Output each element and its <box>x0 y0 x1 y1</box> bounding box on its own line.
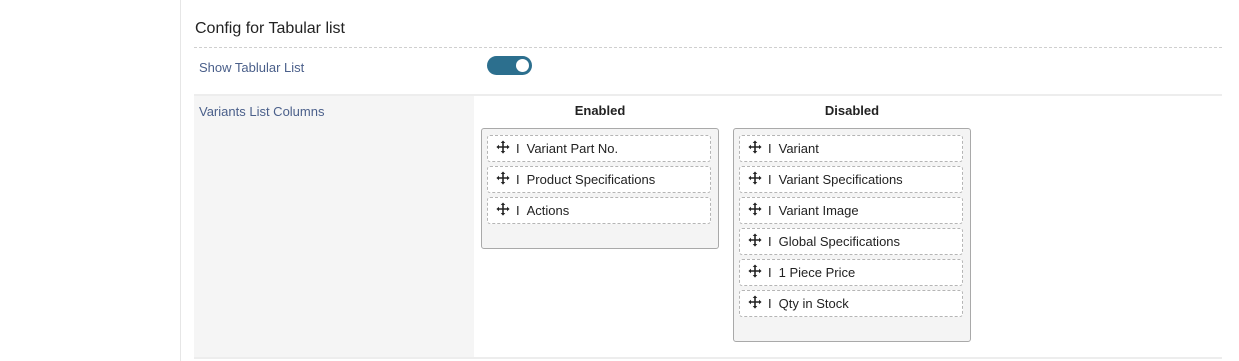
show-tabular-label: Show Tablular List <box>199 60 305 75</box>
section-title: Config for Tabular list <box>195 20 345 37</box>
separator-bar: I <box>768 296 772 311</box>
enabled-columns-list[interactable]: I Variant Part No. I Product Specificati… <box>481 128 719 249</box>
enabled-column-heading: Enabled <box>574 103 626 118</box>
show-tabular-toggle[interactable] <box>487 56 532 75</box>
drag-move-icon[interactable] <box>748 140 762 157</box>
enabled-item[interactable]: I Actions <box>487 197 711 224</box>
drag-move-icon[interactable] <box>748 233 762 250</box>
separator-bar: I <box>768 234 772 249</box>
item-label: Variant Image <box>778 203 859 218</box>
drag-move-icon[interactable] <box>748 264 762 281</box>
content-left-border <box>180 0 181 361</box>
disabled-item[interactable]: I Qty in Stock <box>739 290 963 317</box>
drag-move-icon[interactable] <box>748 295 762 312</box>
drag-move-icon[interactable] <box>496 202 510 219</box>
separator-bar: I <box>768 172 772 187</box>
item-label: Variant Part No. <box>526 141 619 156</box>
disabled-item[interactable]: I 1 Piece Price <box>739 259 963 286</box>
separator-bar: I <box>516 203 520 218</box>
disabled-columns-list[interactable]: I Variant I Variant Specifications I Var… <box>733 128 971 342</box>
item-label: Global Specifications <box>778 234 901 249</box>
drag-move-icon[interactable] <box>748 202 762 219</box>
separator-bar: I <box>516 141 520 156</box>
item-label: Variant <box>778 141 819 156</box>
enabled-item[interactable]: I Variant Part No. <box>487 135 711 162</box>
item-label: Actions <box>526 203 570 218</box>
separator-bar: I <box>768 265 772 280</box>
toggle-knob <box>516 59 529 72</box>
disabled-column-heading: Disabled <box>824 103 880 118</box>
disabled-item[interactable]: I Variant Image <box>739 197 963 224</box>
disabled-item[interactable]: I Variant <box>739 135 963 162</box>
drag-move-icon[interactable] <box>496 140 510 157</box>
variants-columns-label: Variants List Columns <box>199 104 325 119</box>
item-label: 1 Piece Price <box>778 265 856 280</box>
variants-columns-label-cell <box>194 96 474 357</box>
separator-bar: I <box>516 172 520 187</box>
separator-bar: I <box>768 203 772 218</box>
item-label: Qty in Stock <box>778 296 849 311</box>
drag-move-icon[interactable] <box>496 171 510 188</box>
disabled-item[interactable]: I Global Specifications <box>739 228 963 255</box>
item-label: Product Specifications <box>526 172 656 187</box>
disabled-item[interactable]: I Variant Specifications <box>739 166 963 193</box>
item-label: Variant Specifications <box>778 172 903 187</box>
separator-bar: I <box>768 141 772 156</box>
section-divider <box>194 47 1222 48</box>
drag-move-icon[interactable] <box>748 171 762 188</box>
enabled-item[interactable]: I Product Specifications <box>487 166 711 193</box>
